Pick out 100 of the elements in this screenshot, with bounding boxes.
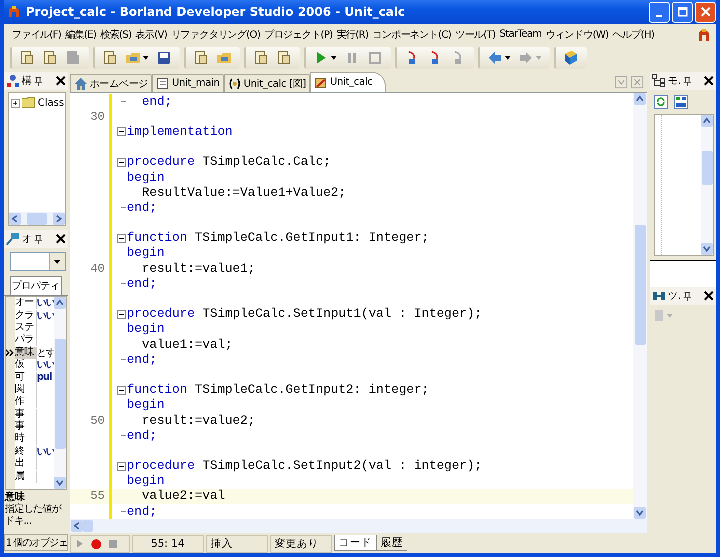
maximize-button[interactable] — [672, 2, 693, 22]
close-button[interactable] — [695, 2, 716, 22]
property-name[interactable]: 可 — [15, 372, 37, 384]
refresh-icon[interactable] — [654, 95, 668, 109]
code-line: begin — [127, 398, 165, 412]
scroll-down-icon[interactable] — [634, 507, 646, 519]
editor-tab[interactable]: Unit_calc [図] — [224, 74, 310, 92]
property-name[interactable]: パラ — [15, 334, 37, 346]
minimize-button[interactable] — [649, 2, 670, 22]
helmet-icon — [696, 26, 712, 42]
property-name[interactable]: 関 — [15, 384, 37, 396]
current-row-icon — [6, 348, 14, 357]
panel-title: モ. — [668, 75, 682, 88]
property-name[interactable]: 属 — [15, 470, 37, 483]
line-number: 50 — [90, 414, 105, 428]
scroll-down-icon[interactable] — [701, 243, 713, 255]
code-line: begin — [127, 246, 165, 260]
menu-item[interactable]: 検索(S) — [98, 24, 134, 44]
code-line: end; — [127, 200, 158, 215]
pin-icon[interactable] — [683, 76, 692, 86]
property-name[interactable]: 仮 — [15, 359, 37, 372]
menu-item[interactable]: ツール(T) — [453, 24, 498, 44]
code-line: result:=value1; — [141, 262, 256, 276]
close-icon[interactable] — [704, 76, 714, 86]
property-name[interactable]: ステ — [15, 322, 37, 334]
code-line: begin — [127, 474, 165, 488]
code-line: end; — [127, 276, 158, 291]
close-icon[interactable] — [56, 76, 66, 86]
record-icon[interactable] — [91, 538, 102, 550]
menu-item[interactable]: 表示(V) — [134, 24, 170, 44]
minimize-icon — [656, 15, 663, 17]
properties-tab[interactable]: プロパティ — [10, 276, 62, 295]
line-number: 30 — [90, 110, 105, 124]
scroll-up-icon[interactable] — [701, 115, 713, 127]
view-tab[interactable]: 履歴 — [377, 535, 407, 551]
fold-toggle[interactable] — [116, 386, 126, 395]
scroll-up-icon[interactable] — [634, 93, 646, 105]
insert-mode: 挿入 — [206, 535, 268, 553]
fold-toggle[interactable] — [116, 310, 126, 319]
forward-arrow-icon — [518, 50, 534, 66]
code-line: procedure TSimpleCalc.SetInput2(val : integer); — [127, 459, 482, 474]
caret-icon — [143, 56, 149, 60]
line-number: 55 — [90, 489, 105, 504]
code-line: end; — [127, 428, 158, 443]
close-icon[interactable] — [704, 291, 714, 301]
pin-icon[interactable] — [683, 292, 692, 300]
close-icon — [700, 7, 710, 17]
menu-item[interactable]: ファイル(F) — [10, 24, 64, 44]
scrollbar-thumb[interactable] — [634, 225, 646, 345]
property-name[interactable]: 事 — [15, 408, 37, 421]
fold-toggle[interactable] — [116, 462, 126, 471]
code-line: implementation — [127, 124, 233, 139]
view-tab[interactable]: コード — [334, 535, 377, 551]
scroll-right-icon[interactable] — [53, 212, 65, 224]
menu-item[interactable]: 実行(R) — [334, 24, 371, 44]
description-text: ドキ... — [5, 516, 33, 528]
property-name[interactable]: クラ — [15, 310, 37, 322]
scroll-down-icon[interactable] — [54, 477, 66, 489]
back-arrow-icon — [487, 50, 503, 66]
code-line: procedure TSimpleCalc.Calc; — [127, 155, 332, 170]
scroll-left-icon[interactable] — [9, 212, 21, 224]
close-icon[interactable] — [56, 234, 66, 244]
property-name[interactable]: 事 — [15, 421, 37, 434]
pin-icon[interactable] — [34, 76, 43, 86]
property-name[interactable]: 意味 — [15, 346, 37, 359]
menu-item[interactable]: ヘルプ(H) — [610, 24, 656, 44]
property-name[interactable]: 時 — [15, 433, 37, 446]
object-count: 1 個のオブジェ — [6, 538, 68, 549]
property-name[interactable]: 終 — [15, 446, 37, 458]
menu-item[interactable]: 編集(E) — [63, 24, 98, 44]
property-name[interactable]: 出 — [15, 458, 37, 470]
fold-toggle[interactable] — [116, 127, 126, 136]
structure-icon — [6, 74, 20, 88]
scrollbar-thumb[interactable] — [27, 212, 47, 224]
tree-item[interactable]: Class — [38, 98, 64, 108]
caret-icon — [331, 56, 337, 60]
home-icon — [74, 76, 88, 90]
editor-tab[interactable]: Unit_calc — [310, 72, 386, 92]
fold-toggle[interactable] — [116, 158, 126, 167]
scrollbar-thumb[interactable] — [702, 151, 712, 185]
editor-tab[interactable]: Unit_main — [152, 74, 224, 92]
code-line: value1:=val; — [141, 338, 233, 352]
menu-item[interactable]: コンポーネント(C) — [370, 24, 454, 44]
property-name[interactable]: オー — [15, 297, 37, 310]
object-dropdown[interactable] — [10, 252, 66, 271]
property-name[interactable]: 作 — [15, 396, 37, 408]
scroll-up-icon[interactable] — [54, 297, 66, 309]
fold-toggle[interactable] — [116, 234, 126, 243]
scroll-left-icon[interactable] — [71, 520, 83, 532]
menu-item[interactable]: プロジェクト(P) — [262, 24, 335, 44]
expand-toggle[interactable] — [11, 98, 20, 108]
diagram-icon[interactable] — [674, 95, 688, 109]
scrollbar-thumb[interactable] — [83, 520, 93, 532]
pin-icon[interactable] — [34, 234, 43, 244]
menu-item[interactable]: StarTeam — [498, 24, 544, 44]
editor-tab[interactable]: ホームページ — [70, 74, 152, 92]
scrollbar-thumb[interactable] — [54, 339, 66, 449]
menu-item[interactable]: リファクタリング(O) — [169, 24, 262, 44]
code-line: end; — [141, 94, 172, 109]
menu-item[interactable]: ウィンドウ(W) — [544, 24, 611, 44]
